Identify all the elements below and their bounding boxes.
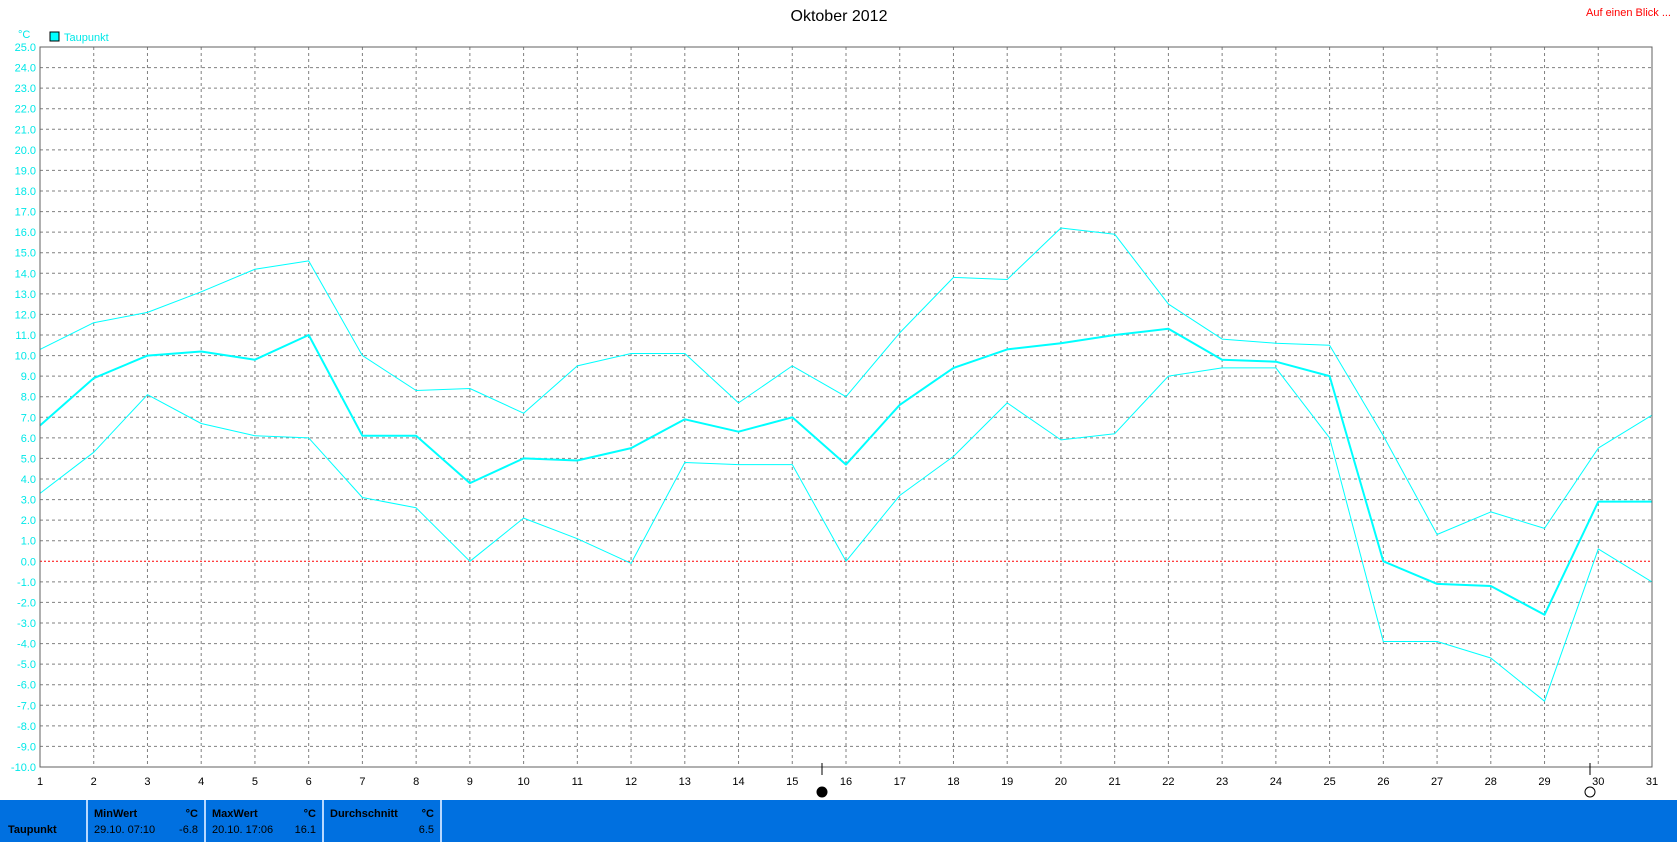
chart-area: Oktober 2012 Auf einen Blick ... °C Taup… bbox=[11, 7, 1671, 798]
y-tick-label: 17.0 bbox=[15, 207, 36, 219]
x-tick-label: 13 bbox=[679, 776, 691, 788]
min-cell: MinWert °C 29.10. 07:10 -6.8 bbox=[88, 800, 206, 842]
y-tick-label: 16.0 bbox=[15, 227, 36, 239]
x-tick-label: 19 bbox=[1001, 776, 1013, 788]
y-tick-label: 23.0 bbox=[15, 83, 36, 95]
y-tick-label: -5.0 bbox=[17, 659, 36, 671]
y-tick-label: 25.0 bbox=[15, 42, 36, 54]
y-tick-label: 2.0 bbox=[21, 515, 36, 527]
min-value: -6.8 bbox=[179, 824, 198, 836]
avg-cell: Durchschnitt °C 6.5 bbox=[324, 800, 442, 842]
x-tick-label: 22 bbox=[1162, 776, 1174, 788]
x-tick-label: 5 bbox=[252, 776, 258, 788]
grid bbox=[40, 47, 1652, 767]
x-tick-label: 18 bbox=[947, 776, 959, 788]
y-axis-ticks: 25.0 24.0 23.0 22.0 21.0 20.0 19.0 18.0 17.0 16.0… bbox=[11, 42, 36, 774]
chart-title: Oktober 2012 bbox=[791, 8, 888, 25]
y-tick-label: -7.0 bbox=[17, 700, 36, 712]
y-tick-label: 13.0 bbox=[15, 289, 36, 301]
y-tick-label: 19.0 bbox=[15, 165, 36, 177]
x-axis-ticks: 1 2 3 4 5 6 7 8 9 10 11 12 13 14 15 16 17 18 19 20 21 22 23 24 2… bbox=[37, 776, 1658, 788]
x-tick-label: 30 bbox=[1592, 776, 1604, 788]
x-tick-label: 3 bbox=[144, 776, 150, 788]
min-header: MinWert bbox=[94, 808, 138, 820]
y-tick-label: 3.0 bbox=[21, 495, 36, 507]
y-tick-label: 14.0 bbox=[15, 268, 36, 280]
y-tick-label: -1.0 bbox=[17, 577, 36, 589]
x-tick-label: 16 bbox=[840, 776, 852, 788]
avg-header: Durchschnitt bbox=[330, 808, 398, 820]
x-tick-label: 7 bbox=[359, 776, 365, 788]
y-tick-label: 0.0 bbox=[21, 556, 36, 568]
y-tick-label: 12.0 bbox=[15, 309, 36, 321]
x-tick-label: 25 bbox=[1323, 776, 1335, 788]
y-tick-label: 5.0 bbox=[21, 453, 36, 465]
overview-link[interactable]: Auf einen Blick ... bbox=[1586, 7, 1671, 19]
x-tick-label: 9 bbox=[467, 776, 473, 788]
y-tick-label: 6.0 bbox=[21, 433, 36, 445]
y-tick-label: -6.0 bbox=[17, 680, 36, 692]
statistics-bar: Taupunkt MinWert °C 29.10. 07:10 -6.8 Ma… bbox=[0, 800, 1677, 842]
min-time: 29.10. 07:10 bbox=[94, 824, 156, 836]
x-tick-label: 1 bbox=[37, 776, 43, 788]
stats-row-label-cell: Taupunkt bbox=[0, 800, 88, 842]
max-header: MaxWert bbox=[212, 808, 258, 820]
avg-unit: °C bbox=[421, 808, 434, 820]
x-tick-label: 6 bbox=[306, 776, 312, 788]
x-tick-label: 29 bbox=[1538, 776, 1550, 788]
y-tick-label: 22.0 bbox=[15, 104, 36, 116]
y-tick-label: 11.0 bbox=[15, 330, 36, 342]
x-tick-label: 8 bbox=[413, 776, 419, 788]
y-tick-label: -4.0 bbox=[17, 639, 36, 651]
y-tick-label: 7.0 bbox=[21, 412, 36, 424]
y-tick-label: 8.0 bbox=[21, 392, 36, 404]
y-tick-label: 15.0 bbox=[15, 248, 36, 260]
x-tick-label: 23 bbox=[1216, 776, 1228, 788]
x-tick-label: 27 bbox=[1431, 776, 1443, 788]
y-tick-label: 9.0 bbox=[21, 371, 36, 383]
series-line-max bbox=[39, 227, 1653, 535]
x-tick-label: 17 bbox=[894, 776, 906, 788]
y-tick-label: -2.0 bbox=[17, 597, 36, 609]
max-cell: MaxWert °C 20.10. 17:06 16.1 bbox=[206, 800, 324, 842]
max-unit: °C bbox=[303, 808, 316, 820]
y-tick-label: 18.0 bbox=[15, 186, 36, 198]
stats-row-label: Taupunkt bbox=[8, 824, 57, 836]
max-time: 20.10. 17:06 bbox=[212, 824, 274, 836]
x-tick-label: 24 bbox=[1270, 776, 1282, 788]
y-tick-label: -3.0 bbox=[17, 618, 36, 630]
y-tick-label: 10.0 bbox=[15, 351, 36, 363]
x-tick-label: 26 bbox=[1377, 776, 1389, 788]
y-tick-label: -8.0 bbox=[17, 721, 36, 733]
y-tick-label: 1.0 bbox=[21, 536, 36, 548]
x-tick-label: 15 bbox=[786, 776, 798, 788]
x-tick-label: 20 bbox=[1055, 776, 1067, 788]
legend-label: Taupunkt bbox=[64, 32, 109, 44]
x-tick-label: 2 bbox=[91, 776, 97, 788]
legend-swatch bbox=[49, 31, 60, 42]
y-tick-label: 20.0 bbox=[15, 145, 36, 157]
max-value: 16.1 bbox=[294, 824, 316, 836]
y-tick-label: -9.0 bbox=[17, 741, 36, 753]
avg-value: 6.5 bbox=[418, 824, 434, 836]
y-tick-label: -10.0 bbox=[11, 762, 36, 774]
x-tick-label: 28 bbox=[1485, 776, 1497, 788]
new-moon-icon bbox=[816, 786, 828, 798]
x-tick-label: 31 bbox=[1646, 776, 1658, 788]
y-unit-label: °C bbox=[18, 29, 30, 41]
min-unit: °C bbox=[185, 808, 198, 820]
x-tick-label: 14 bbox=[732, 776, 744, 788]
y-tick-label: 21.0 bbox=[15, 124, 36, 136]
y-tick-label: 4.0 bbox=[21, 474, 36, 486]
x-tick-label: 12 bbox=[625, 776, 637, 788]
x-tick-label: 4 bbox=[198, 776, 204, 788]
x-tick-label: 10 bbox=[517, 776, 529, 788]
full-moon-icon bbox=[1584, 786, 1596, 798]
y-tick-label: 24.0 bbox=[15, 63, 36, 75]
x-tick-label: 21 bbox=[1109, 776, 1121, 788]
x-tick-label: 11 bbox=[572, 776, 583, 788]
